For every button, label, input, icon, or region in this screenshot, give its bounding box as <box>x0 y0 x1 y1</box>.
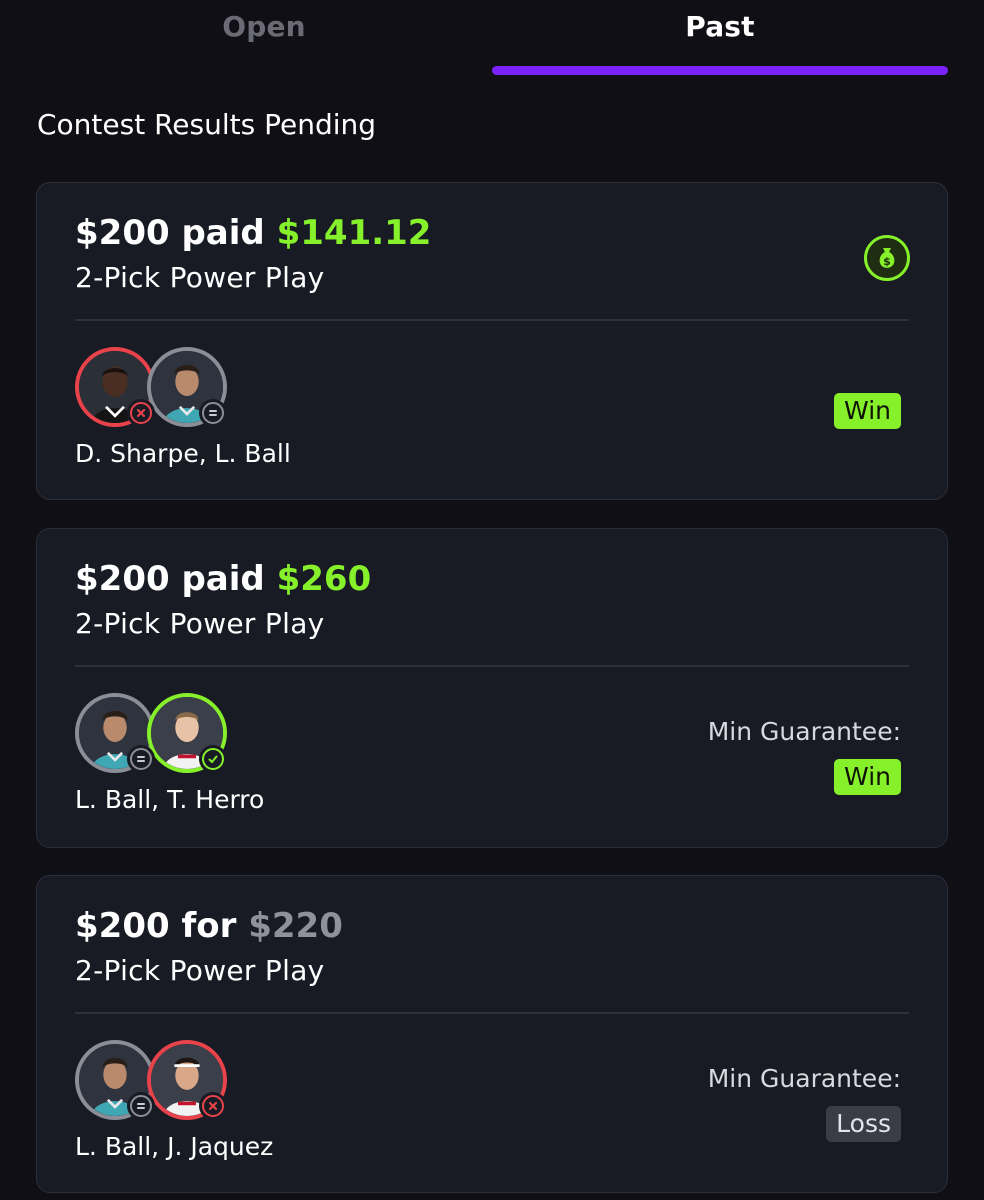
entry-title: $200 paid $141.12 <box>75 213 431 253</box>
player-avatars <box>75 693 235 775</box>
pick-status-push-icon <box>127 745 155 773</box>
entry-payout: $260 <box>276 559 372 599</box>
entry-type: 2-Pick Power Play <box>75 261 325 294</box>
entry-card[interactable]: $200 for $220 2-Pick Power Play L. Ball,… <box>36 875 948 1193</box>
money-bag-icon[interactable]: $ <box>864 235 910 281</box>
entry-payout: $141.12 <box>276 213 432 253</box>
pick-status-loss-icon <box>127 399 155 427</box>
card-divider <box>75 1012 909 1014</box>
entry-card[interactable]: $200 paid $141.12 2-Pick Power Play $ D.… <box>36 182 948 500</box>
min-guarantee-label: Min Guarantee: <box>707 717 901 746</box>
tab-past[interactable]: Past <box>492 10 948 43</box>
entry-type: 2-Pick Power Play <box>75 954 325 987</box>
entry-title: $200 paid $260 <box>75 559 371 599</box>
entry-stake: $200 for <box>75 906 237 946</box>
card-divider <box>75 665 909 667</box>
player-names: L. Ball, J. Jaquez <box>75 1132 274 1161</box>
entry-payout: $220 <box>248 906 343 946</box>
svg-text:$: $ <box>883 255 891 268</box>
result-badge: Win <box>834 759 901 795</box>
entry-card[interactable]: $200 paid $260 2-Pick Power Play L. Ball… <box>36 528 948 848</box>
entry-title: $200 for $220 <box>75 906 343 946</box>
pick-status-push-icon <box>199 399 227 427</box>
entry-type: 2-Pick Power Play <box>75 607 325 640</box>
pick-status-win-icon <box>199 745 227 773</box>
player-names: D. Sharpe, L. Ball <box>75 439 291 468</box>
entries-tabs: Open Past <box>36 0 948 76</box>
min-guarantee-label: Min Guarantee: <box>707 1064 901 1093</box>
pick-status-push-icon <box>127 1092 155 1120</box>
past-entries-screen: Open Past Contest Results Pending $200 p… <box>0 0 984 1200</box>
player-avatars <box>75 347 235 429</box>
section-title: Contest Results Pending <box>37 108 377 141</box>
tab-open[interactable]: Open <box>36 10 492 43</box>
pick-status-loss-icon <box>199 1092 227 1120</box>
active-tab-indicator <box>492 66 948 75</box>
result-badge: Win <box>834 393 901 429</box>
entry-stake: $200 paid <box>75 213 265 253</box>
result-badge: Loss <box>826 1106 901 1142</box>
player-avatars <box>75 1040 235 1122</box>
player-names: L. Ball, T. Herro <box>75 785 265 814</box>
card-divider <box>75 319 909 321</box>
entry-stake: $200 paid <box>75 559 265 599</box>
